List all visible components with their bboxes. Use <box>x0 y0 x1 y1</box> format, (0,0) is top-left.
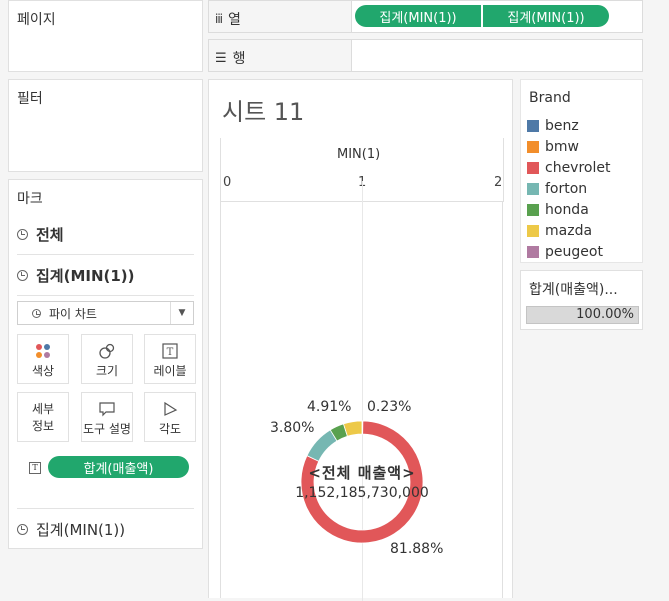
center-label-value: 1,152,185,730,000 <box>295 485 429 501</box>
size-legend-title: 합계(매출액)... <box>529 282 618 298</box>
legend-swatch <box>527 141 539 153</box>
legend-item-mazda[interactable]: mazda <box>527 221 592 241</box>
legend-item-peugeot[interactable]: peugeot <box>527 242 603 262</box>
columns-shelf-label: 열 <box>228 12 241 28</box>
columns-pill-1[interactable]: 집계(MIN(1)) <box>355 5 481 27</box>
label-button-label: 레이블 <box>153 364 187 378</box>
rows-pill-area[interactable] <box>351 39 643 72</box>
legend-item-chevrolet[interactable]: chevrolet <box>527 158 610 178</box>
legend-swatch <box>527 162 539 174</box>
size-legend[interactable]: 합계(매출액)... 100.00% <box>520 270 643 330</box>
legend-label: chevrolet <box>545 160 611 176</box>
angle-button-label: 각도 <box>158 422 182 436</box>
color-button[interactable]: 색상 <box>17 334 69 384</box>
size-button-label: 크기 <box>95 364 119 378</box>
legend-label: honda <box>545 202 589 218</box>
pie-mark-icon <box>17 269 28 281</box>
size-button[interactable]: 크기 <box>81 334 133 384</box>
tooltip-button-label: 도구 설명 <box>83 422 131 436</box>
legend-label: bmw <box>545 139 579 155</box>
axis-tick-0: 0 <box>223 175 232 190</box>
zero-line <box>362 181 363 601</box>
center-label-title: <전체 매출액> <box>308 464 416 482</box>
filters-shelf-title: 필터 <box>17 91 43 107</box>
legend-item-benz[interactable]: benz <box>527 116 579 136</box>
legend-title: Brand <box>529 90 571 106</box>
rows-icon: ☰ <box>215 50 227 66</box>
marks-card: 마크 전체 집계(MIN(1)) 파이 차트 ▼ 색상 크기 T 레이블 세부 … <box>8 179 203 549</box>
pie-mark-icon <box>17 523 28 535</box>
pages-shelf[interactable]: 페이지 <box>8 0 203 72</box>
size-legend-bar: 100.00% <box>526 306 639 324</box>
tooltip-button[interactable]: 도구 설명 <box>81 392 133 442</box>
angle-icon <box>145 400 195 418</box>
mark-type-dropdown[interactable]: 파이 차트 ▼ <box>17 301 194 325</box>
pie-label-peugeot: 0.23% <box>367 399 412 415</box>
legend-item-bmw[interactable]: bmw <box>527 137 579 157</box>
pie-mark-icon <box>32 308 41 318</box>
marks-all-label: 전체 <box>36 225 64 244</box>
color-button-label: 색상 <box>31 364 55 378</box>
text-label-icon: T <box>29 462 41 474</box>
rows-shelf[interactable]: ☰ 행 <box>208 39 354 72</box>
marks-layer2-tab[interactable]: 집계(MIN(1)) <box>17 508 194 549</box>
legend-swatch <box>527 246 539 258</box>
filters-shelf[interactable]: 필터 <box>8 79 203 172</box>
columns-pill-2[interactable]: 집계(MIN(1)) <box>483 5 609 27</box>
mark-type-label: 파이 차트 <box>49 306 97 321</box>
legend-item-honda[interactable]: honda <box>527 200 589 220</box>
axis-title: MIN(1) <box>337 147 381 162</box>
columns-icon: iii <box>215 12 223 26</box>
legend-swatch <box>527 183 539 195</box>
marks-card-title: 마크 <box>17 191 43 207</box>
rows-shelf-label: 행 <box>232 51 246 67</box>
right-gridline <box>503 138 504 201</box>
axis-tick-2: 2 <box>494 175 503 190</box>
tooltip-icon <box>82 400 132 418</box>
brand-legend[interactable]: Brand benz bmw chevrolet forton honda mazda pe… <box>520 79 643 263</box>
text-label-icon: T <box>145 342 195 360</box>
angle-button[interactable]: 각도 <box>144 392 196 442</box>
plot-area <box>220 181 503 601</box>
marks-layer1-tab[interactable]: 집계(MIN(1)) <box>17 255 194 296</box>
size-icon <box>82 342 132 360</box>
label-button[interactable]: T 레이블 <box>144 334 196 384</box>
legend-label: peugeot <box>545 244 603 260</box>
pie-label-honda: 3.80% <box>270 420 315 436</box>
pie-mark-icon <box>17 228 28 240</box>
marks-layer1-label: 집계(MIN(1)) <box>36 266 135 285</box>
legend-label: mazda <box>545 223 593 239</box>
marks-layer2-label: 집계(MIN(1)) <box>36 520 126 539</box>
legend-swatch <box>527 204 539 216</box>
sheet-title: 시트 11 <box>222 98 305 126</box>
angle-field-pill[interactable]: 합계(매출액) <box>48 456 189 478</box>
marks-all-tab[interactable]: 전체 <box>17 214 194 255</box>
pages-shelf-title: 페이지 <box>17 12 56 28</box>
detail-button-label: 세부 정보 <box>31 402 55 433</box>
svg-text:T: T <box>167 347 174 358</box>
columns-shelf[interactable]: iii 열 <box>208 0 354 33</box>
size-legend-value: 100.00% <box>576 307 634 322</box>
color-dots-icon <box>18 342 68 360</box>
pie-label-chevrolet: 81.88% <box>390 541 444 557</box>
legend-label: benz <box>545 118 579 134</box>
legend-swatch <box>527 225 539 237</box>
legend-label: forton <box>545 181 588 197</box>
legend-item-forton[interactable]: forton <box>527 179 587 199</box>
legend-swatch <box>527 120 539 132</box>
pie-label-mazda: 4.91% <box>307 399 352 415</box>
columns-pill-area[interactable]: 집계(MIN(1)) 집계(MIN(1)) <box>351 0 643 33</box>
chevron-down-icon: ▼ <box>170 302 193 324</box>
detail-button[interactable]: 세부 정보 <box>17 392 69 442</box>
